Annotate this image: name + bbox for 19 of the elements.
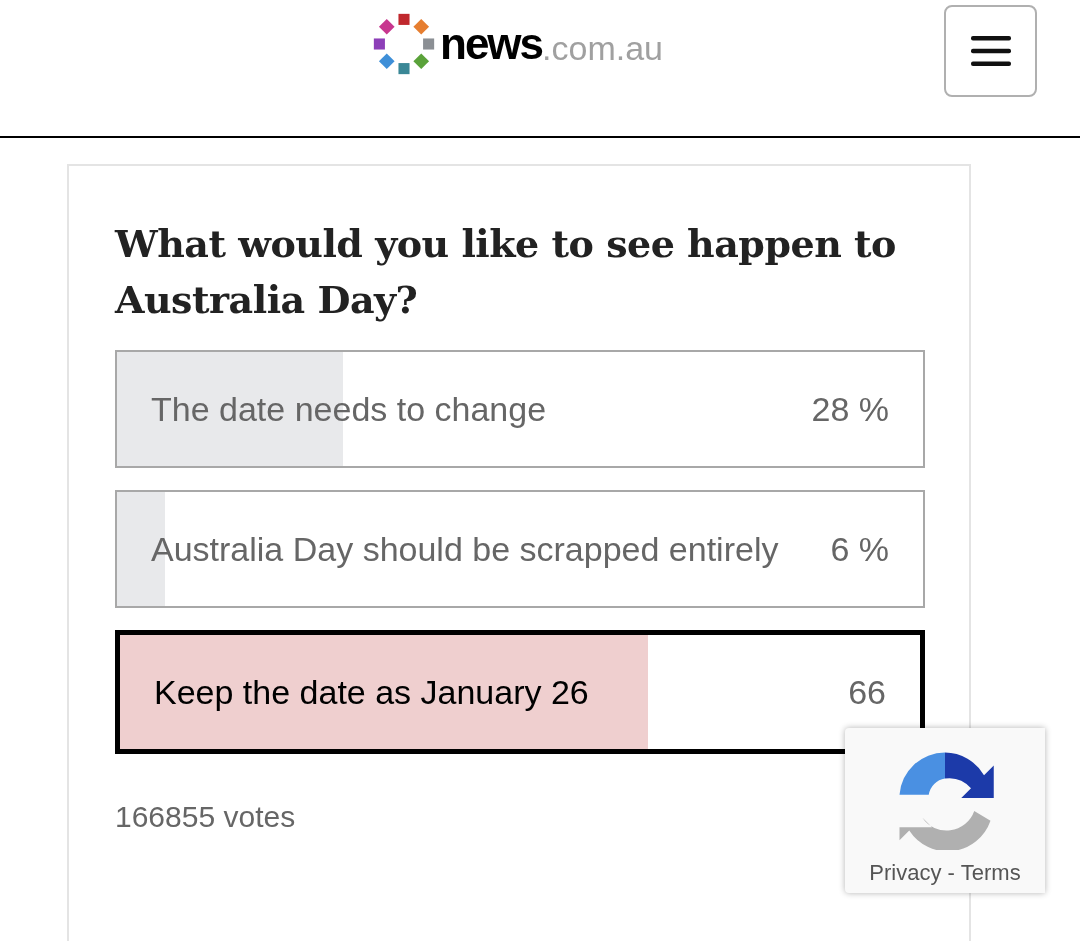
- poll-option[interactable]: The date needs to change 28 %: [115, 350, 925, 468]
- option-percent: 66: [848, 672, 886, 713]
- vote-count: 166855 votes: [115, 799, 297, 835]
- menu-icon: [970, 36, 1011, 66]
- logo-domain: .com.au: [542, 31, 663, 65]
- logo-wordmark: news: [440, 22, 543, 66]
- link-separator: -: [947, 859, 955, 887]
- option-label: Keep the date as January 26: [154, 672, 589, 713]
- poll-question: What would you like to see happen to Australia Day?: [115, 220, 897, 324]
- poll-option[interactable]: Keep the date as January 26 66: [115, 630, 925, 754]
- option-percent: 28 %: [811, 389, 889, 430]
- menu-button[interactable]: [944, 5, 1037, 97]
- option-percent: 6 %: [830, 529, 889, 570]
- logo-icon: [372, 12, 436, 76]
- option-label: The date needs to change: [151, 389, 547, 430]
- poll-option[interactable]: Australia Day should be scrapped entirely 6 %: [115, 490, 925, 608]
- option-label: Australia Day should be scrapped entirely: [151, 529, 779, 570]
- terms-link[interactable]: Terms: [960, 856, 1021, 889]
- privacy-link[interactable]: Privacy: [869, 856, 942, 889]
